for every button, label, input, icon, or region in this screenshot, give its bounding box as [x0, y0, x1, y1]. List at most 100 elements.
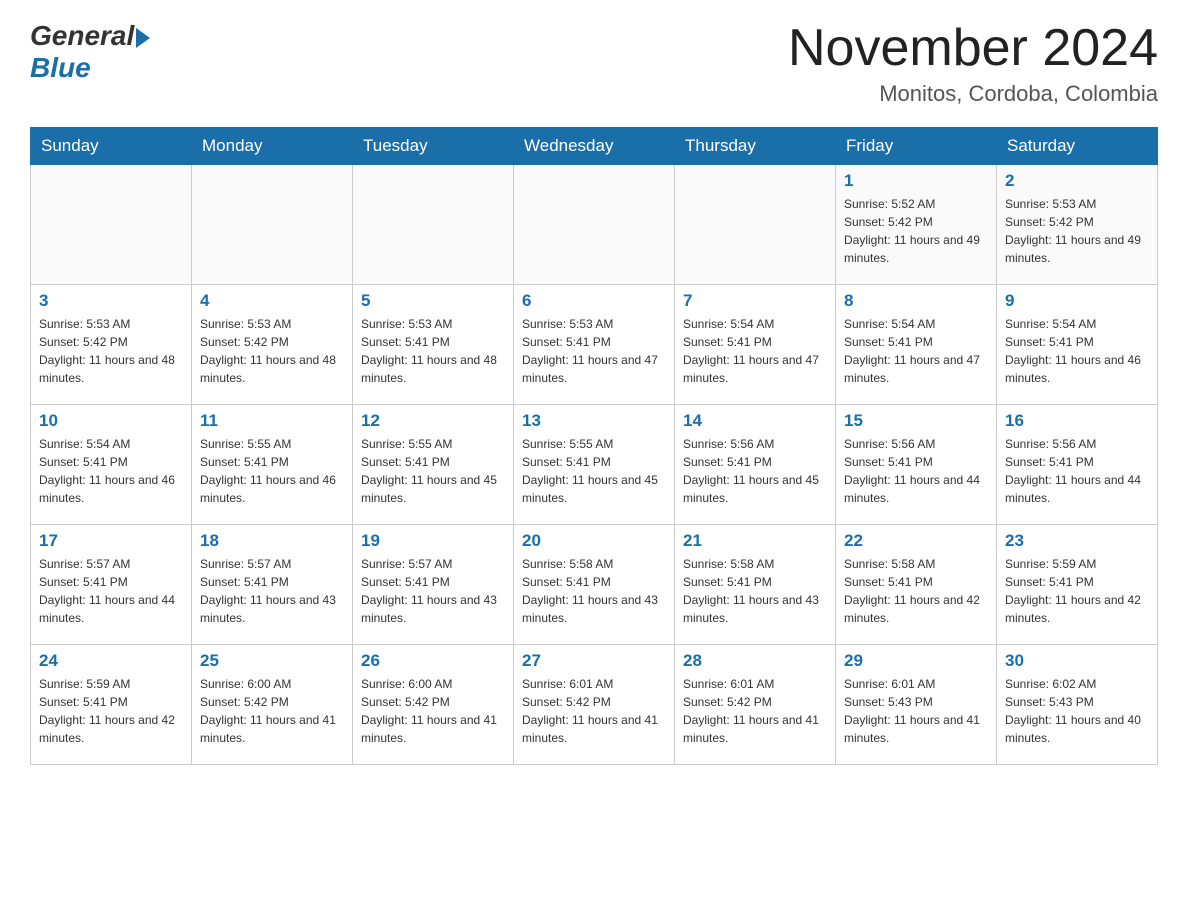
calendar-cell	[192, 165, 353, 285]
calendar-cell: 8 Sunrise: 5:54 AM Sunset: 5:41 PM Daylig…	[836, 285, 997, 405]
day-detail: Sunrise: 5:53 AM Sunset: 5:42 PM Dayligh…	[200, 315, 344, 387]
calendar-cell: 4 Sunrise: 5:53 AM Sunset: 5:42 PM Daylig…	[192, 285, 353, 405]
day-number: 12	[361, 411, 505, 431]
day-number: 26	[361, 651, 505, 671]
day-detail: Sunrise: 5:55 AM Sunset: 5:41 PM Dayligh…	[361, 435, 505, 507]
calendar-table: SundayMondayTuesdayWednesdayThursdayFrid…	[30, 127, 1158, 765]
day-detail: Sunrise: 5:53 AM Sunset: 5:42 PM Dayligh…	[39, 315, 183, 387]
day-number: 4	[200, 291, 344, 311]
calendar-header-thursday: Thursday	[675, 128, 836, 165]
calendar-cell: 20 Sunrise: 5:58 AM Sunset: 5:41 PM Dayli…	[514, 525, 675, 645]
day-detail: Sunrise: 5:52 AM Sunset: 5:42 PM Dayligh…	[844, 195, 988, 267]
calendar-header-friday: Friday	[836, 128, 997, 165]
calendar-week-row-2: 3 Sunrise: 5:53 AM Sunset: 5:42 PM Daylig…	[31, 285, 1158, 405]
calendar-cell	[31, 165, 192, 285]
calendar-week-row-4: 17Sunrise: 5:57 AM Sunset: 5:41 PM Dayli…	[31, 525, 1158, 645]
day-detail: Sunrise: 6:00 AM Sunset: 5:42 PM Dayligh…	[361, 675, 505, 747]
page-header: General Blue November 2024 Monitos, Cord…	[30, 20, 1158, 107]
day-number: 1	[844, 171, 988, 191]
calendar-cell: 27 Sunrise: 6:01 AM Sunset: 5:42 PM Dayli…	[514, 645, 675, 765]
day-number: 20	[522, 531, 666, 551]
calendar-cell: 19 Sunrise: 5:57 AM Sunset: 5:41 PM Dayli…	[353, 525, 514, 645]
day-detail: Sunrise: 6:02 AM Sunset: 5:43 PM Dayligh…	[1005, 675, 1149, 747]
calendar-cell: 1 Sunrise: 5:52 AM Sunset: 5:42 PM Daylig…	[836, 165, 997, 285]
calendar-header-wednesday: Wednesday	[514, 128, 675, 165]
day-detail: Sunrise: 5:58 AM Sunset: 5:41 PM Dayligh…	[683, 555, 827, 627]
day-detail: Sunrise: 5:58 AM Sunset: 5:41 PM Dayligh…	[522, 555, 666, 627]
day-number: 16	[1005, 411, 1149, 431]
day-number: 13	[522, 411, 666, 431]
calendar-cell: 23Sunrise: 5:59 AM Sunset: 5:41 PM Dayli…	[997, 525, 1158, 645]
day-detail: Sunrise: 5:57 AM Sunset: 5:41 PM Dayligh…	[361, 555, 505, 627]
calendar-cell: 12 Sunrise: 5:55 AM Sunset: 5:41 PM Dayli…	[353, 405, 514, 525]
calendar-cell: 28Sunrise: 6:01 AM Sunset: 5:42 PM Dayli…	[675, 645, 836, 765]
calendar-cell: 6 Sunrise: 5:53 AM Sunset: 5:41 PM Daylig…	[514, 285, 675, 405]
calendar-cell: 15 Sunrise: 5:56 AM Sunset: 5:41 PM Dayli…	[836, 405, 997, 525]
day-number: 5	[361, 291, 505, 311]
day-number: 18	[200, 531, 344, 551]
day-number: 22	[844, 531, 988, 551]
calendar-cell: 17Sunrise: 5:57 AM Sunset: 5:41 PM Dayli…	[31, 525, 192, 645]
calendar-cell: 14Sunrise: 5:56 AM Sunset: 5:41 PM Dayli…	[675, 405, 836, 525]
calendar-header-monday: Monday	[192, 128, 353, 165]
logo: General Blue	[30, 20, 150, 84]
calendar-week-row-5: 24 Sunrise: 5:59 AM Sunset: 5:41 PM Dayli…	[31, 645, 1158, 765]
day-number: 11	[200, 411, 344, 431]
calendar-cell: 7 Sunrise: 5:54 AM Sunset: 5:41 PM Daylig…	[675, 285, 836, 405]
calendar-cell: 11 Sunrise: 5:55 AM Sunset: 5:41 PM Dayli…	[192, 405, 353, 525]
day-number: 24	[39, 651, 183, 671]
calendar-cell	[514, 165, 675, 285]
calendar-cell: 9 Sunrise: 5:54 AM Sunset: 5:41 PM Daylig…	[997, 285, 1158, 405]
day-number: 2	[1005, 171, 1149, 191]
calendar-header-sunday: Sunday	[31, 128, 192, 165]
day-number: 7	[683, 291, 827, 311]
day-detail: Sunrise: 5:53 AM Sunset: 5:42 PM Dayligh…	[1005, 195, 1149, 267]
calendar-header-saturday: Saturday	[997, 128, 1158, 165]
day-number: 19	[361, 531, 505, 551]
day-number: 3	[39, 291, 183, 311]
calendar-cell: 25Sunrise: 6:00 AM Sunset: 5:42 PM Dayli…	[192, 645, 353, 765]
day-detail: Sunrise: 5:54 AM Sunset: 5:41 PM Dayligh…	[1005, 315, 1149, 387]
calendar-cell: 30 Sunrise: 6:02 AM Sunset: 5:43 PM Dayli…	[997, 645, 1158, 765]
logo-arrow-icon	[136, 28, 150, 48]
calendar-cell: 13 Sunrise: 5:55 AM Sunset: 5:41 PM Dayli…	[514, 405, 675, 525]
logo-blue-text: Blue	[30, 52, 91, 84]
logo-general-text: General	[30, 20, 134, 52]
location-subtitle: Monitos, Cordoba, Colombia	[788, 81, 1158, 107]
day-detail: Sunrise: 5:54 AM Sunset: 5:41 PM Dayligh…	[683, 315, 827, 387]
day-detail: Sunrise: 6:00 AM Sunset: 5:42 PM Dayligh…	[200, 675, 344, 747]
day-number: 6	[522, 291, 666, 311]
day-detail: Sunrise: 5:59 AM Sunset: 5:41 PM Dayligh…	[39, 675, 183, 747]
day-detail: Sunrise: 5:56 AM Sunset: 5:41 PM Dayligh…	[844, 435, 988, 507]
day-detail: Sunrise: 5:55 AM Sunset: 5:41 PM Dayligh…	[522, 435, 666, 507]
day-detail: Sunrise: 6:01 AM Sunset: 5:42 PM Dayligh…	[683, 675, 827, 747]
title-section: November 2024 Monitos, Cordoba, Colombia	[788, 20, 1158, 107]
calendar-cell	[353, 165, 514, 285]
day-number: 9	[1005, 291, 1149, 311]
calendar-cell: 21 Sunrise: 5:58 AM Sunset: 5:41 PM Dayli…	[675, 525, 836, 645]
day-detail: Sunrise: 5:55 AM Sunset: 5:41 PM Dayligh…	[200, 435, 344, 507]
day-detail: Sunrise: 6:01 AM Sunset: 5:42 PM Dayligh…	[522, 675, 666, 747]
day-detail: Sunrise: 5:53 AM Sunset: 5:41 PM Dayligh…	[522, 315, 666, 387]
calendar-cell: 3 Sunrise: 5:53 AM Sunset: 5:42 PM Daylig…	[31, 285, 192, 405]
day-detail: Sunrise: 5:53 AM Sunset: 5:41 PM Dayligh…	[361, 315, 505, 387]
calendar-week-row-3: 10 Sunrise: 5:54 AM Sunset: 5:41 PM Dayli…	[31, 405, 1158, 525]
calendar-cell: 29Sunrise: 6:01 AM Sunset: 5:43 PM Dayli…	[836, 645, 997, 765]
day-number: 15	[844, 411, 988, 431]
day-number: 8	[844, 291, 988, 311]
calendar-cell	[675, 165, 836, 285]
day-detail: Sunrise: 5:54 AM Sunset: 5:41 PM Dayligh…	[39, 435, 183, 507]
day-number: 27	[522, 651, 666, 671]
day-number: 30	[1005, 651, 1149, 671]
calendar-cell: 16 Sunrise: 5:56 AM Sunset: 5:41 PM Dayli…	[997, 405, 1158, 525]
day-number: 21	[683, 531, 827, 551]
day-detail: Sunrise: 5:54 AM Sunset: 5:41 PM Dayligh…	[844, 315, 988, 387]
calendar-header-tuesday: Tuesday	[353, 128, 514, 165]
day-detail: Sunrise: 5:56 AM Sunset: 5:41 PM Dayligh…	[1005, 435, 1149, 507]
calendar-cell: 2 Sunrise: 5:53 AM Sunset: 5:42 PM Daylig…	[997, 165, 1158, 285]
day-detail: Sunrise: 5:59 AM Sunset: 5:41 PM Dayligh…	[1005, 555, 1149, 627]
calendar-cell: 22Sunrise: 5:58 AM Sunset: 5:41 PM Dayli…	[836, 525, 997, 645]
day-number: 10	[39, 411, 183, 431]
calendar-cell: 5 Sunrise: 5:53 AM Sunset: 5:41 PM Daylig…	[353, 285, 514, 405]
calendar-cell: 18Sunrise: 5:57 AM Sunset: 5:41 PM Dayli…	[192, 525, 353, 645]
